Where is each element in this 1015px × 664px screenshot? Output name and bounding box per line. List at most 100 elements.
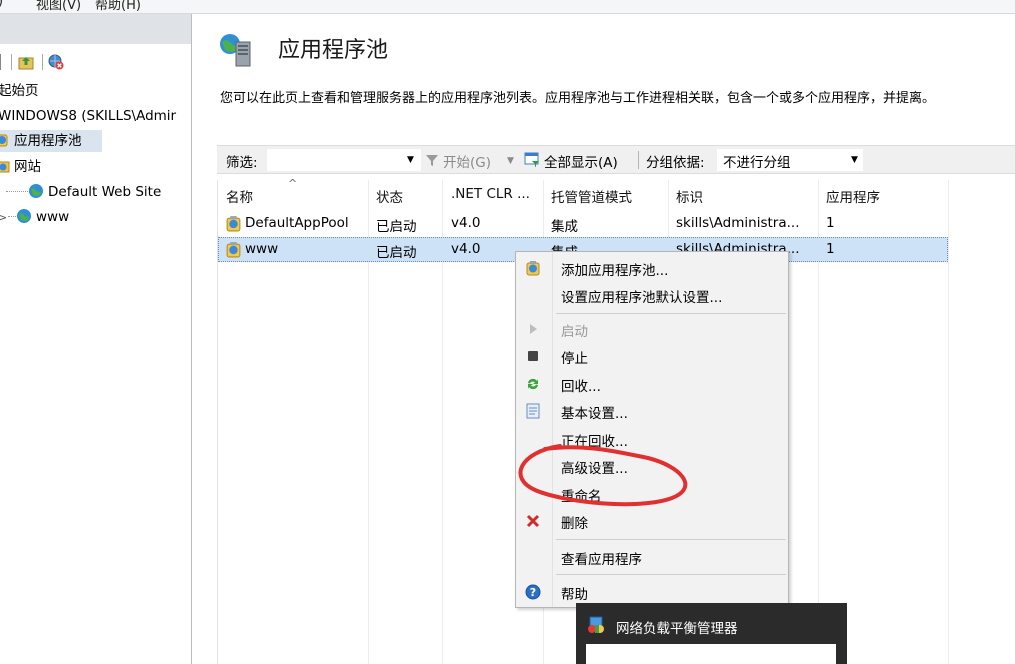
play-icon xyxy=(530,324,537,334)
menu-item-basic-settings[interactable]: 基本设置... xyxy=(516,398,788,424)
cell-status: 已启动 xyxy=(376,245,417,261)
column-header-identity[interactable]: 标识 xyxy=(676,186,703,206)
tree-item-app-pools[interactable]: 应用程序池 xyxy=(0,130,102,152)
menu-item-label: 高级设置... xyxy=(561,461,628,477)
menu-item-label: 基本设置... xyxy=(561,406,628,422)
show-all-button[interactable]: 全部显示(A) xyxy=(544,151,618,171)
up-folder-icon[interactable] xyxy=(18,54,34,70)
app-pool-icon xyxy=(0,134,8,147)
menu-item-recycling[interactable]: 正在回收... xyxy=(516,426,788,452)
nlb-manager-title: 网络负载平衡管理器 xyxy=(616,621,738,637)
tree-item-label: 应用程序池 xyxy=(14,133,82,149)
menu-item-add-app-pool[interactable]: 添加应用程序池... xyxy=(516,255,788,281)
filter-dropdown-icon[interactable]: ▼ xyxy=(407,155,414,165)
expand-chevron-icon[interactable]: > xyxy=(0,207,8,229)
globe-icon xyxy=(17,209,31,223)
tree-item-start-page[interactable]: 起始页 xyxy=(0,80,39,102)
tree-item-sites[interactable]: 网站 xyxy=(0,156,41,178)
cell-applications: 1 xyxy=(826,215,835,231)
column-header-applications[interactable]: 应用程序 xyxy=(826,186,880,206)
start-dropdown-icon[interactable]: ▼ xyxy=(507,156,514,166)
column-header-clr[interactable]: .NET CLR ... xyxy=(451,186,530,202)
filter-label: 筛选: xyxy=(226,155,258,171)
tree-connector xyxy=(8,216,16,217)
disconnect-icon[interactable] xyxy=(48,54,64,70)
toolbar-separator xyxy=(42,54,43,70)
menu-item-view-applications[interactable]: 查看应用程序 xyxy=(516,544,788,570)
globe-icon xyxy=(29,184,43,198)
menu-bar: ) 视图(V) 帮助(H) xyxy=(0,0,1015,14)
app-pool-icon xyxy=(526,261,540,276)
tree-item-www[interactable]: > www xyxy=(0,206,69,228)
menu-item-label: 停止 xyxy=(561,351,588,367)
recycle-icon xyxy=(528,378,538,390)
tree-item-label: www xyxy=(36,209,70,225)
menu-separator xyxy=(556,539,786,540)
menu-item-stop[interactable]: 停止 xyxy=(516,343,788,369)
group-by-value: 不进行分组 xyxy=(723,155,791,171)
tree-item-label: WINDOWS8 (SKILLS\Admir xyxy=(0,108,177,124)
app-pool-icon xyxy=(226,242,241,258)
column-header-pipeline[interactable]: 托管管道模式 xyxy=(551,186,632,206)
tree-connector xyxy=(6,191,28,192)
menu-item-rename[interactable]: 重命名 xyxy=(516,481,788,507)
menu-item-label: 设置应用程序池默认设置... xyxy=(561,290,723,306)
nlb-manager-icon xyxy=(588,616,604,633)
menu-item-delete[interactable]: 删除 xyxy=(516,508,788,534)
tree-item-label: Default Web Site xyxy=(48,184,162,200)
page-description: 您可以在此页上查看和管理服务器上的应用程序池列表。应用程序池与工作进程相关联，包… xyxy=(220,91,936,106)
menu-fragment: ) xyxy=(0,0,3,9)
menu-item-label: 正在回收... xyxy=(561,434,628,450)
toolbar-separator xyxy=(11,54,12,70)
menu-item-label: 帮助 xyxy=(561,587,588,603)
menu-item-label: 启动 xyxy=(561,324,588,340)
cell-pipeline: 集成 xyxy=(551,219,578,235)
connections-header xyxy=(0,14,191,44)
menu-item-recycle[interactable]: 回收... xyxy=(516,371,788,397)
nlb-manager-window[interactable]: 网络负载平衡管理器 xyxy=(576,603,847,664)
app-pool-icon xyxy=(226,216,241,232)
menu-item-set-defaults[interactable]: 设置应用程序池默认设置... xyxy=(516,282,788,308)
tree-item-server[interactable]: WINDOWS8 (SKILLS\Admir xyxy=(0,105,176,127)
page-title: 应用程序池 xyxy=(278,38,389,63)
chevron-down-icon: ▼ xyxy=(851,155,858,165)
column-header-status[interactable]: 状态 xyxy=(376,186,403,206)
menu-item-label: 重命名 xyxy=(561,489,602,505)
menu-item-label: 查看应用程序 xyxy=(561,552,642,568)
help-icon: ? xyxy=(525,584,541,600)
cell-name: DefaultAppPool xyxy=(245,215,349,231)
context-menu: 添加应用程序池... 设置应用程序池默认设置... 启动 停止 回收... 基本… xyxy=(515,251,789,608)
funnel-icon xyxy=(426,155,438,166)
cell-clr: v4.0 xyxy=(451,215,481,231)
filter-toolbar: 筛选: ▼ 开始(G) ▼ 全部显示(A) 分组依据: 不进行分组 ▼ xyxy=(217,145,1015,174)
menu-item-start[interactable]: 启动 xyxy=(516,316,788,342)
tree-item-default-web-site[interactable]: Default Web Site xyxy=(0,181,161,203)
show-all-icon xyxy=(524,152,539,167)
toolbar-separator xyxy=(638,151,639,169)
stop-icon xyxy=(528,351,538,361)
folder-icon xyxy=(0,161,10,173)
cell-name: www xyxy=(245,241,279,257)
settings-icon xyxy=(526,403,540,419)
toolbar-separator xyxy=(0,54,1,70)
filter-input[interactable] xyxy=(267,149,421,171)
column-header-name[interactable]: 名称 xyxy=(226,186,253,206)
menu-item-advanced-settings[interactable]: 高级设置... xyxy=(516,453,788,479)
tree-item-label: 网站 xyxy=(14,159,41,175)
menu-item-label: 删除 xyxy=(561,516,588,532)
nlb-manager-body xyxy=(586,644,836,664)
menu-separator xyxy=(556,574,786,575)
start-filter-button[interactable]: 开始(G) xyxy=(443,151,491,171)
group-by-label: 分组依据: xyxy=(646,155,705,171)
menu-view[interactable]: 视图(V) xyxy=(36,0,81,13)
column-divider xyxy=(948,180,949,664)
menu-separator xyxy=(556,313,786,314)
table-row[interactable]: DefaultAppPool 已启动 v4.0 集成 skills\Admini… xyxy=(218,211,948,236)
menu-item-help[interactable]: ? 帮助 xyxy=(516,579,788,605)
delete-icon xyxy=(526,514,540,528)
cell-clr: v4.0 xyxy=(451,241,481,257)
menu-help[interactable]: 帮助(H) xyxy=(95,0,141,13)
group-by-select[interactable]: 不进行分组 ▼ xyxy=(717,149,863,171)
cell-identity: skills\Administra... xyxy=(676,215,800,231)
tree-item-label: 起始页 xyxy=(0,83,39,99)
